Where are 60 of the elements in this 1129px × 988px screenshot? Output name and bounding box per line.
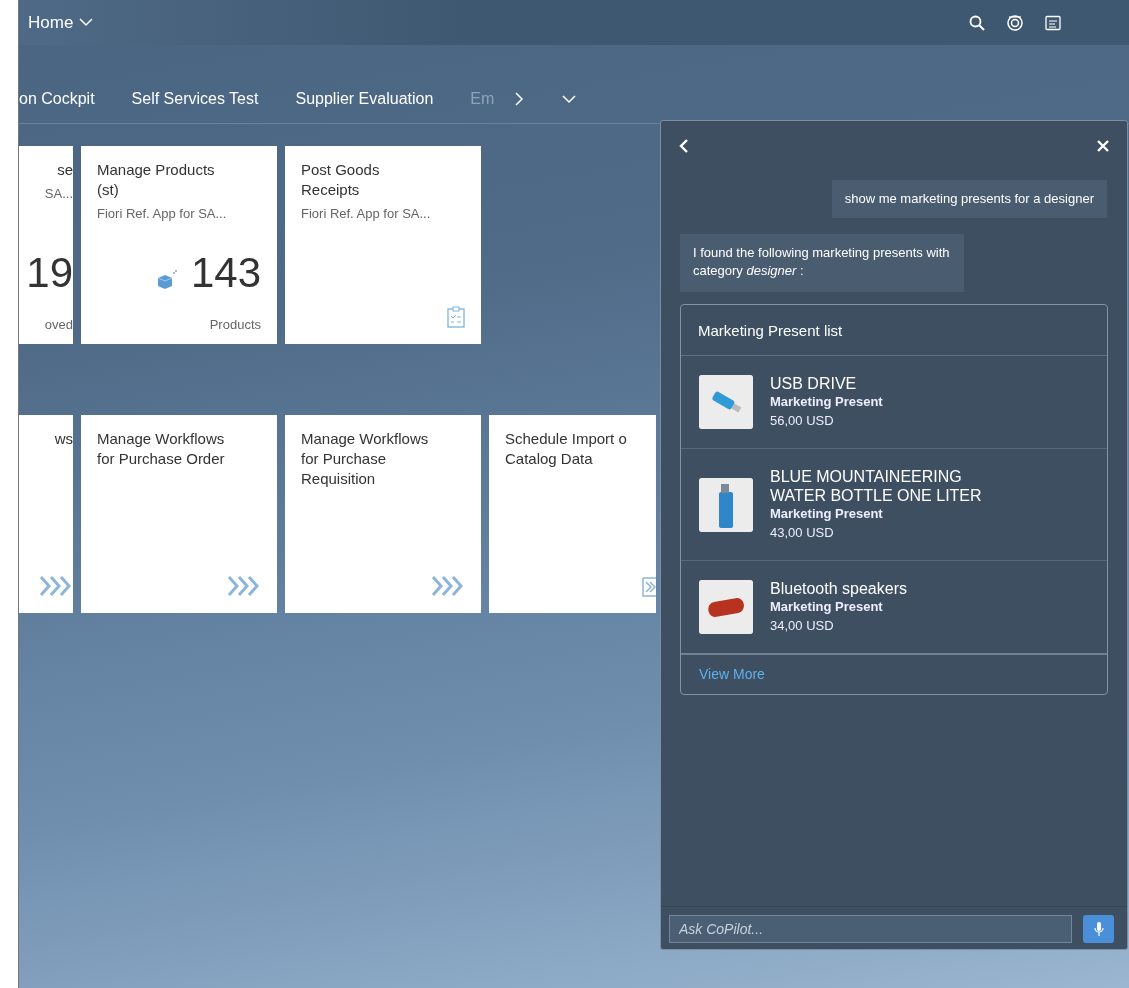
view-more-link[interactable]: View More <box>681 653 1107 694</box>
microphone-icon <box>1093 921 1104 937</box>
tile-subtitle: Fiori Ref. App for SA... <box>97 206 228 221</box>
copilot-icon[interactable] <box>1007 13 1023 32</box>
chevron-left-icon <box>679 139 689 153</box>
product-price: 43,00 USD <box>770 524 835 542</box>
product-type: Marketing Present <box>770 598 884 616</box>
kpi-number: 143 <box>190 251 261 295</box>
tile-title: ws <box>54 429 73 449</box>
product-name: BLUE MOUNTAINEERING WATER BOTTLE ONE LITER <box>770 467 983 505</box>
product-list-item[interactable]: USB DRIVE Marketing Present 56,00 USD <box>681 356 1107 449</box>
tile-subtitle: SA... <box>44 186 73 201</box>
chat-input-field[interactable]: Ask CoPilot... <box>669 915 1072 943</box>
product-name: USB DRIVE <box>770 374 858 393</box>
tile-title: Manage Workflows for Purchase Order <box>97 429 226 469</box>
kpi-number: 19 <box>26 251 73 295</box>
microphone-button[interactable] <box>1083 915 1114 943</box>
water-bottle-drawing <box>699 477 753 532</box>
product-type: Marketing Present <box>770 393 883 411</box>
tile-title: Post Goods Receipts <box>301 160 381 200</box>
triple-chevron-icon <box>227 575 261 597</box>
product-price: 34,00 USD <box>770 617 835 635</box>
chevron-right-icon[interactable] <box>514 92 525 106</box>
app-tile[interactable]: Manage Workflows for Purchase Requisition <box>285 415 481 613</box>
app-tile[interactable]: ws <box>19 415 73 613</box>
app-tile[interactable]: Manage Products (st) Fiori Ref. App for SA... 143 Products <box>81 146 277 344</box>
import-icon <box>642 577 656 597</box>
product-price: 56,00 USD <box>770 412 835 430</box>
chevron-down-icon[interactable] <box>562 94 577 104</box>
user-message: show me marketing presents for a designer <box>831 180 1107 218</box>
tile-title: Manage Workflows for Purchase Requisition <box>301 429 430 489</box>
app-tile[interactable]: Manage Workflows for Purchase Order <box>81 415 277 613</box>
search-icon[interactable] <box>969 14 985 31</box>
home-menu-button[interactable]: Home <box>28 12 94 33</box>
chevron-down-icon <box>79 18 94 27</box>
product-type: Marketing Present <box>770 505 884 523</box>
checklist-icon <box>447 306 465 328</box>
app-tile[interactable]: Post Goods Receipts Fiori Ref. App for SA... <box>285 146 481 344</box>
group-tab[interactable]: on Cockpit <box>19 90 132 108</box>
app-tile[interactable]: Schedule Import o Catalog Data <box>489 415 656 613</box>
triple-chevron-icon <box>39 575 73 597</box>
triple-chevron-icon <box>431 575 465 597</box>
speaker-drawing <box>699 580 753 634</box>
tile-title: se <box>57 160 73 180</box>
usb-drive-drawing <box>699 375 753 429</box>
product-name: Bluetooth speakers <box>770 579 907 598</box>
close-icon <box>1097 140 1109 152</box>
card-title: Marketing Present list <box>681 305 1107 356</box>
bot-message: I found the following marketing presents with category designer : <box>680 234 964 292</box>
tile-subtitle: Fiori Ref. App for SA... <box>301 206 432 221</box>
product-list-item[interactable]: Bluetooth speakers Marketing Present 34,00 USD <box>681 561 1107 653</box>
app-tile[interactable]: se SA... 19 oved <box>19 146 73 344</box>
tile-footer: oved <box>44 317 73 332</box>
product-list-item[interactable]: BLUE MOUNTAINEERING WATER BOTTLE ONE LITER Marketing Present 43,00 USD <box>681 449 1107 561</box>
group-tab[interactable]: Self Services Test <box>131 90 296 108</box>
group-tab[interactable]: Supplier Evaluation <box>295 90 471 108</box>
notifications-menu-icon[interactable] <box>1045 14 1061 31</box>
tile-title: Manage Products (st) <box>97 160 216 200</box>
tile-title: Schedule Import o Catalog Data <box>505 429 628 469</box>
tile-footer: Products <box>97 317 261 332</box>
